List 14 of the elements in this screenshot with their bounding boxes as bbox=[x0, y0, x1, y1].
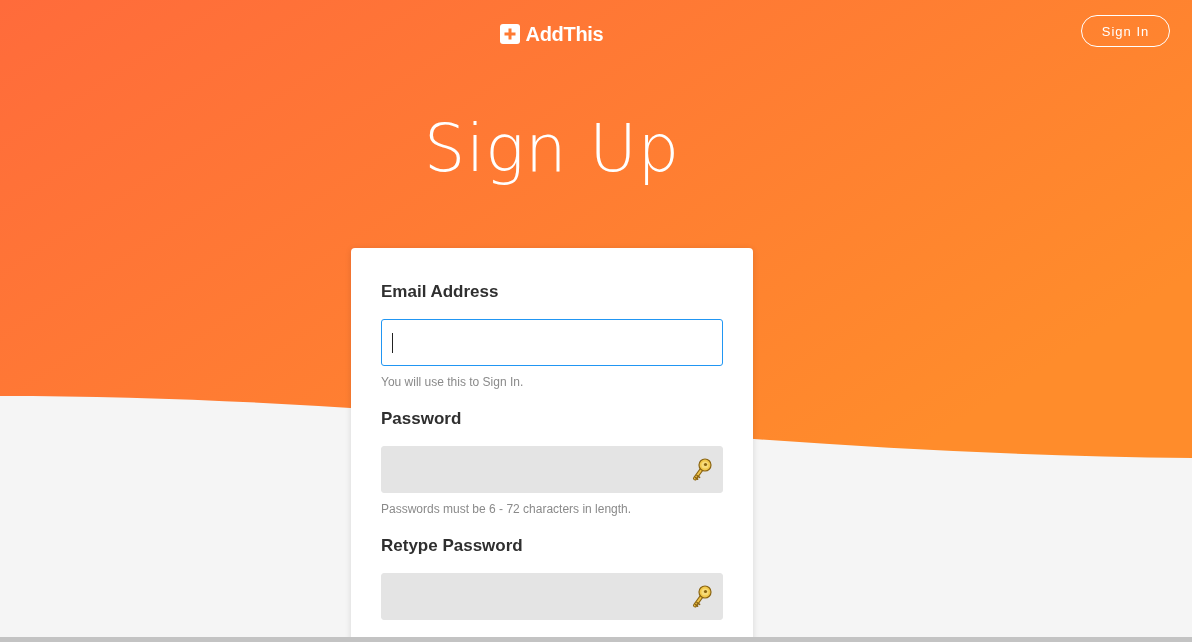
password-field[interactable] bbox=[381, 446, 723, 493]
field-hint: You will use this to Sign In. bbox=[381, 375, 524, 389]
plus-logo-icon bbox=[499, 24, 520, 44]
key-icon bbox=[692, 458, 712, 482]
logo-text: AddThis bbox=[525, 24, 604, 44]
page-title: Sign Up bbox=[424, 110, 680, 188]
field-label: Email Address bbox=[381, 282, 499, 302]
email-field[interactable] bbox=[381, 319, 723, 366]
password-field[interactable] bbox=[381, 573, 723, 620]
field-label: Retype Password bbox=[381, 536, 523, 556]
text-cursor bbox=[392, 332, 393, 353]
field-label: Password bbox=[381, 409, 462, 429]
field-hint: Passwords must be 6 - 72 characters in length. bbox=[381, 502, 632, 516]
key-icon bbox=[692, 585, 712, 609]
